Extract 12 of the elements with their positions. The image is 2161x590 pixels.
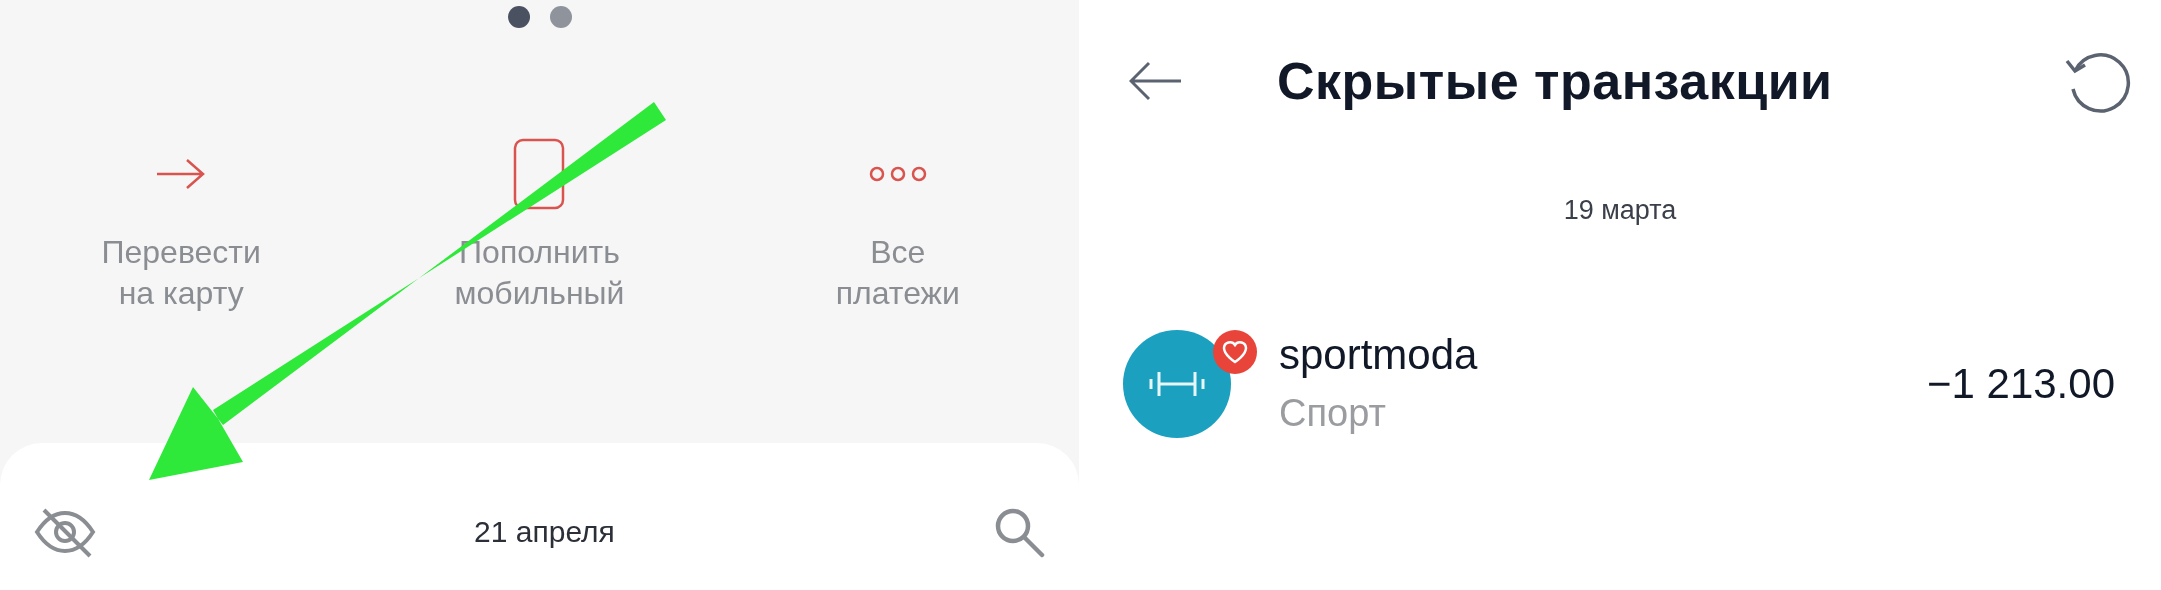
action-label[interactable]: Все платежи	[835, 232, 960, 314]
screen-title: Скрытые транзакции	[1277, 51, 1833, 112]
action-label[interactable]: Перевести на карту	[101, 232, 261, 314]
more-icon	[867, 165, 928, 183]
amount: −1 213.00	[1927, 359, 2115, 409]
back-arrow-icon[interactable]	[1129, 61, 1183, 101]
date-label: 21 апреля	[474, 514, 615, 550]
merchant-name: sportmoda	[1279, 329, 1478, 380]
action-label[interactable]: Пополнить мобильный	[454, 232, 625, 314]
phone-icon	[513, 138, 566, 210]
category-label: Спорт	[1279, 390, 1387, 436]
date-label: 19 марта	[1562, 194, 1678, 227]
